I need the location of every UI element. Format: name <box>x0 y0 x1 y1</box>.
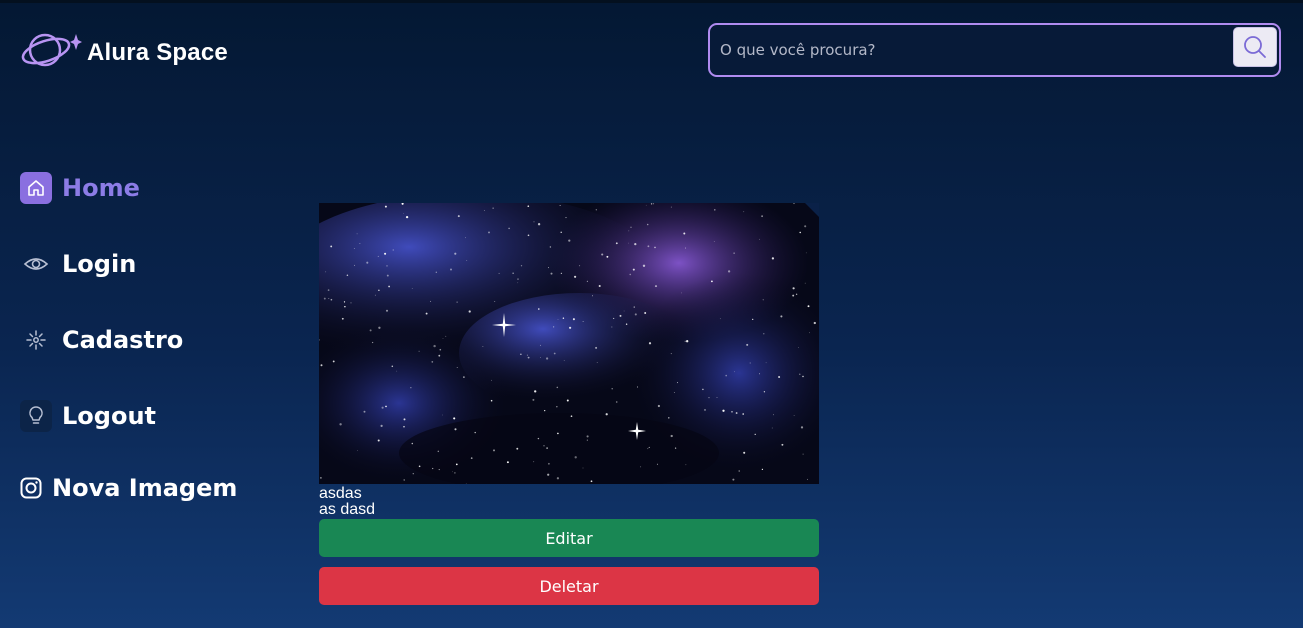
delete-button[interactable]: Deletar <box>319 567 819 605</box>
edit-button[interactable]: Editar <box>319 519 819 557</box>
image-card: asdas as dasd Editar Deletar <box>319 203 819 605</box>
sidebar-item-label: Cadastro <box>62 326 184 354</box>
sidebar-item-label: Login <box>62 250 137 278</box>
search-bar <box>708 23 1281 77</box>
galaxy-image <box>319 203 819 484</box>
sidebar-item-label: Home <box>62 174 140 202</box>
sidebar-item-home[interactable]: Home <box>20 171 140 205</box>
card-title: asdas <box>319 485 362 502</box>
sidebar-item-cadastro[interactable]: Cadastro <box>20 323 183 357</box>
sparkle-icon <box>20 324 52 356</box>
search-button[interactable] <box>1233 27 1277 67</box>
sidebar-item-nova-imagem[interactable]: Nova Imagem <box>20 471 237 505</box>
sidebar-item-label: Logout <box>62 402 157 430</box>
eye-icon <box>20 248 52 280</box>
sidebar-item-login[interactable]: Login <box>20 247 136 281</box>
brand-name: Alura Space <box>87 39 228 66</box>
top-border <box>0 0 1303 3</box>
brand-logo[interactable]: Alura Space <box>18 30 228 72</box>
planet-logo-icon <box>21 33 82 67</box>
search-input[interactable] <box>720 25 1235 75</box>
home-icon <box>20 172 52 204</box>
card-description: as dasd <box>319 501 376 518</box>
lightbulb-icon <box>20 400 52 432</box>
search-icon <box>1244 36 1266 58</box>
sidebar-item-logout[interactable]: Logout <box>20 399 156 433</box>
sidebar-item-label: Nova Imagem <box>52 474 238 502</box>
instagram-icon <box>20 472 42 504</box>
